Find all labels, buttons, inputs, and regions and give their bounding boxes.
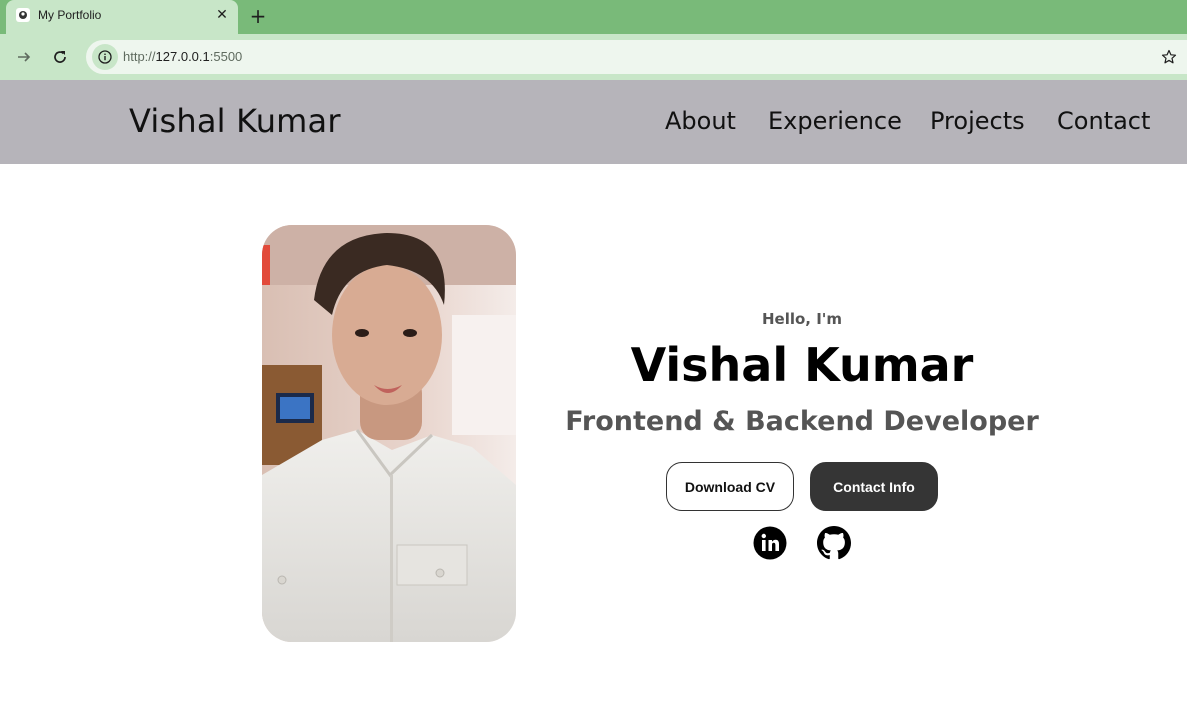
hero-name: Vishal Kumar bbox=[630, 338, 974, 392]
download-cv-button[interactable]: Download CV bbox=[666, 462, 794, 511]
site-logo[interactable]: Vishal Kumar bbox=[129, 102, 341, 140]
profile-photo bbox=[262, 225, 516, 642]
github-icon[interactable] bbox=[817, 526, 851, 560]
forward-arrow-icon[interactable] bbox=[14, 47, 34, 67]
site-navbar: Vishal Kumar About Experience Projects C… bbox=[0, 80, 1187, 164]
hero-role: Frontend & Backend Developer bbox=[565, 406, 1039, 437]
nav-link-contact[interactable]: Contact bbox=[1057, 107, 1150, 135]
bookmark-star-icon[interactable] bbox=[1159, 47, 1179, 67]
nav-link-projects[interactable]: Projects bbox=[930, 107, 1025, 135]
url-text: http://127.0.0.1:5500 bbox=[123, 49, 243, 64]
hero-greeting: Hello, I'm bbox=[761, 310, 843, 328]
new-tab-button[interactable]: + bbox=[248, 6, 268, 26]
contact-info-button[interactable]: Contact Info bbox=[810, 462, 938, 511]
reload-icon[interactable] bbox=[50, 47, 70, 67]
tab-close-icon[interactable]: ✕ bbox=[214, 7, 230, 23]
favicon-icon bbox=[16, 8, 30, 22]
linkedin-icon[interactable] bbox=[753, 526, 787, 560]
tab-title: My Portfolio bbox=[38, 8, 102, 22]
nav-link-about[interactable]: About bbox=[665, 107, 736, 135]
nav-link-experience[interactable]: Experience bbox=[768, 107, 902, 135]
browser-tab[interactable]: My Portfolio ✕ bbox=[6, 0, 238, 34]
browser-toolbar: http://127.0.0.1:5500 bbox=[0, 34, 1187, 80]
address-bar[interactable]: http://127.0.0.1:5500 bbox=[86, 40, 1187, 74]
site-info-icon[interactable] bbox=[92, 44, 118, 70]
browser-tab-strip: My Portfolio ✕ + bbox=[0, 0, 1187, 34]
